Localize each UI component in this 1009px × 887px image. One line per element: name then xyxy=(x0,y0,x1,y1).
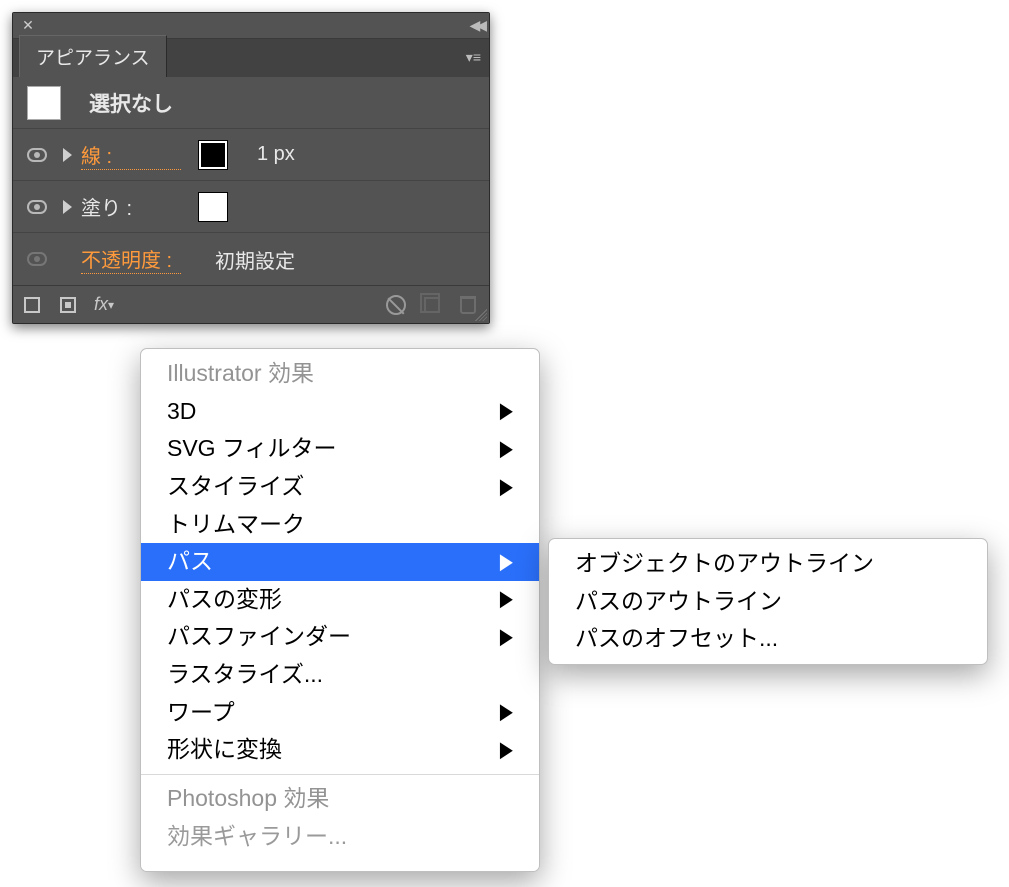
new-fill-button[interactable] xyxy=(57,294,79,316)
submenu-item-label: オブジェクトのアウトライン xyxy=(575,546,874,582)
fill-label: 塗り : xyxy=(81,192,181,221)
submenu-arrow-icon: ▶ xyxy=(500,545,513,579)
close-icon[interactable]: ✕ xyxy=(19,17,37,35)
resize-grip-icon[interactable] xyxy=(475,309,487,321)
menu-item-label: 形状に変換 xyxy=(167,732,282,768)
selection-label: 選択なし xyxy=(89,88,173,118)
opacity-label[interactable]: 不透明度 : xyxy=(81,244,181,274)
panel-footer: fx▾ xyxy=(13,285,489,323)
menu-item-label: ラスタライズ... xyxy=(167,657,323,693)
panel-tabbar: アピアランス ▾≡ xyxy=(13,39,489,77)
menu-item-label: 3D xyxy=(167,394,196,430)
add-effect-button[interactable]: fx▾ xyxy=(93,294,115,316)
stroke-value[interactable]: 1 px xyxy=(257,143,295,166)
visibility-icon[interactable] xyxy=(27,148,47,162)
duplicate-button[interactable] xyxy=(421,294,443,316)
menu-item-warp[interactable]: ワープ ▶ xyxy=(141,694,539,732)
menu-item-pathfinder[interactable]: パスファインダー ▶ xyxy=(141,618,539,656)
submenu-arrow-icon: ▶ xyxy=(500,394,513,428)
stroke-row[interactable]: 線 : 1 px xyxy=(13,129,489,181)
panel-body: 選択なし 線 : 1 px 塗り : 不透明度 : 初期設定 xyxy=(13,77,489,285)
opacity-value[interactable]: 初期設定 xyxy=(215,245,295,274)
menu-item-label: パスの変形 xyxy=(167,582,282,618)
submenu-arrow-icon: ▶ xyxy=(500,733,513,767)
submenu-arrow-icon: ▶ xyxy=(500,695,513,729)
submenu-item-label: パスのアウトライン xyxy=(575,584,782,620)
appearance-panel: ✕ ◀◀ アピアランス ▾≡ 選択なし 線 : 1 px 塗り : 不透明度 : xyxy=(12,12,490,324)
selection-row: 選択なし xyxy=(13,77,489,129)
visibility-icon[interactable] xyxy=(27,252,47,266)
submenu-arrow-icon: ▶ xyxy=(500,432,513,466)
submenu-item-outline-object[interactable]: オブジェクトのアウトライン xyxy=(549,545,987,583)
submenu-item-label: パスのオフセット... xyxy=(575,621,778,657)
clear-icon xyxy=(386,295,406,315)
fill-swatch[interactable] xyxy=(199,193,227,221)
menu-item-label: トリムマーク xyxy=(167,507,305,543)
effects-menu: Illustrator 効果 3D ▶ SVG フィルター ▶ スタイライズ ▶… xyxy=(140,348,540,872)
stroke-swatch[interactable] xyxy=(199,141,227,169)
menu-item-path[interactable]: パス ▶ xyxy=(141,543,539,581)
menu-section-header: Illustrator 効果 xyxy=(141,355,539,393)
menu-item-label: SVG フィルター xyxy=(167,431,337,467)
menu-item-trim-marks[interactable]: トリムマーク xyxy=(141,506,539,544)
selection-thumbnail[interactable] xyxy=(27,86,61,120)
menu-item-label: 効果ギャラリー... xyxy=(167,819,347,855)
new-stroke-button[interactable] xyxy=(21,294,43,316)
expand-icon[interactable] xyxy=(63,148,72,162)
submenu-item-outline-stroke[interactable]: パスのアウトライン xyxy=(549,583,987,621)
clear-appearance-button[interactable] xyxy=(385,294,407,316)
menu-item-convert-shape[interactable]: 形状に変換 ▶ xyxy=(141,731,539,769)
path-submenu: オブジェクトのアウトライン パスのアウトライン パスのオフセット... xyxy=(548,538,988,665)
panel-menu-icon[interactable]: ▾≡ xyxy=(466,49,481,66)
menu-item-3d[interactable]: 3D ▶ xyxy=(141,393,539,431)
collapse-icon[interactable]: ◀◀ xyxy=(469,17,483,34)
visibility-icon[interactable] xyxy=(27,200,47,214)
submenu-arrow-icon: ▶ xyxy=(500,620,513,654)
menu-item-rasterize[interactable]: ラスタライズ... xyxy=(141,656,539,694)
trash-icon xyxy=(460,296,476,314)
tab-appearance[interactable]: アピアランス xyxy=(19,35,167,77)
submenu-arrow-icon: ▶ xyxy=(500,470,513,504)
duplicate-icon xyxy=(424,297,440,313)
fill-row[interactable]: 塗り : xyxy=(13,181,489,233)
opacity-row[interactable]: 不透明度 : 初期設定 xyxy=(13,233,489,285)
expand-icon[interactable] xyxy=(63,200,72,214)
menu-separator xyxy=(141,774,539,775)
menu-item-label: パス xyxy=(167,544,213,580)
submenu-item-offset-path[interactable]: パスのオフセット... xyxy=(549,620,987,658)
menu-item-label: ワープ xyxy=(167,695,235,731)
submenu-arrow-icon: ▶ xyxy=(500,583,513,617)
menu-item-effect-gallery[interactable]: 効果ギャラリー... xyxy=(141,818,539,856)
menu-item-stylize[interactable]: スタイライズ ▶ xyxy=(141,468,539,506)
menu-item-label: スタイライズ xyxy=(167,469,304,505)
menu-item-svg-filter[interactable]: SVG フィルター ▶ xyxy=(141,430,539,468)
stroke-label[interactable]: 線 : xyxy=(81,140,181,170)
menu-section-header: Photoshop 効果 xyxy=(141,780,539,818)
menu-item-label: パスファインダー xyxy=(167,619,351,655)
menu-item-distort-transform[interactable]: パスの変形 ▶ xyxy=(141,581,539,619)
